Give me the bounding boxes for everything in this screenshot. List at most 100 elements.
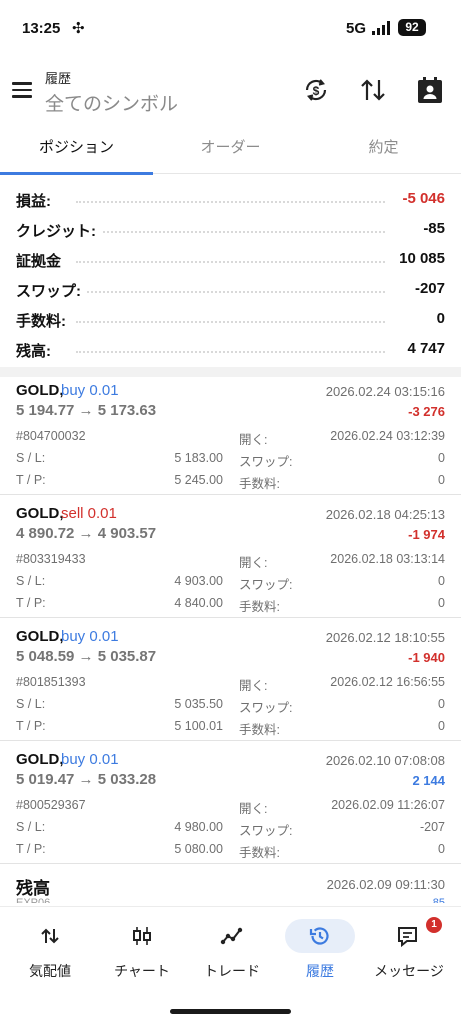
summary-value: 4 747 xyxy=(401,340,445,357)
nav-history[interactable]: 履歴 xyxy=(274,919,366,989)
summary-value: -207 xyxy=(408,280,445,297)
trade-side: buy 0.01 xyxy=(61,628,119,645)
trade-swap: -207 xyxy=(419,820,445,834)
quotes-icon xyxy=(15,919,85,953)
trade-profit: -1 974 xyxy=(408,527,445,542)
summary-value: 0 xyxy=(430,310,445,327)
trade-list[interactable]: GOLD, buy 0.01 5 194.77 → 5 173.63 2026.… xyxy=(0,372,461,904)
swap-label: スワップ: xyxy=(239,578,293,592)
trade-swap: 0 xyxy=(438,574,445,588)
home-indicator xyxy=(170,1009,291,1014)
trade-row[interactable]: GOLD, buy 0.01 5 048.59 → 5 035.87 2026.… xyxy=(0,618,461,741)
trade-ticket: #803319433 xyxy=(16,552,86,566)
tp-label: T / P: xyxy=(16,842,46,856)
trade-symbol: GOLD, xyxy=(16,382,64,399)
nav-label: 気配値 xyxy=(29,963,71,979)
open-label: 開く: xyxy=(239,679,268,693)
svg-text:$: $ xyxy=(313,84,320,98)
trade-swap: 0 xyxy=(438,451,445,465)
summary-row-margin: 証拠金 10 085 xyxy=(16,245,445,275)
commission-label: 手数料: xyxy=(239,477,280,491)
balance-label: 残高 xyxy=(16,879,50,898)
summary-value: -5 046 xyxy=(396,190,445,207)
trade-profit: -1 940 xyxy=(408,650,445,665)
symbol-filter[interactable]: 全てのシンボル xyxy=(45,89,178,116)
swap-label: スワップ: xyxy=(239,701,293,715)
trade-commission: 0 xyxy=(438,596,445,610)
sl-label: S / L: xyxy=(16,574,46,588)
trade-symbol: GOLD, xyxy=(16,751,64,768)
trade-close-time: 2026.02.18 04:25:13 xyxy=(325,507,445,522)
trade-sl: 5 035.50 xyxy=(174,697,223,711)
trade-close-time: 2026.02.24 03:15:16 xyxy=(325,384,445,399)
nav-quotes[interactable]: 気配値 xyxy=(4,919,96,989)
sl-label: S / L: xyxy=(16,697,46,711)
summary-label: 手数料: xyxy=(16,310,72,331)
trade-swap: 0 xyxy=(438,697,445,711)
summary-value: -85 xyxy=(417,220,445,237)
tab-deals[interactable]: 約定 xyxy=(307,128,460,174)
trade-tp: 5 100.01 xyxy=(174,719,223,733)
trade-close-time: 2026.02.10 07:08:08 xyxy=(325,753,445,768)
commission-label: 手数料: xyxy=(239,723,280,737)
trade-ticket: #804700032 xyxy=(16,429,86,443)
trade-profit: -3 276 xyxy=(408,404,445,419)
open-label: 開く: xyxy=(239,802,268,816)
message-count-badge: 1 xyxy=(426,917,442,933)
swap-label: スワップ: xyxy=(239,824,293,838)
summary-row-commission: 手数料: 0 xyxy=(16,305,445,335)
trade-side: buy 0.01 xyxy=(61,751,119,768)
status-bar: 13:25 ✣ 5G 92 xyxy=(0,0,461,58)
balance-comment: EXP06 xyxy=(16,897,51,903)
trade-ticket: #801851393 xyxy=(16,675,86,689)
currency-sync-icon[interactable]: $ xyxy=(300,74,332,106)
trade-prices: 5 194.77 → 5 173.63 xyxy=(16,402,157,419)
trade-row[interactable]: GOLD, sell 0.01 4 890.72 → 4 903.57 2026… xyxy=(0,495,461,618)
summary-label: 残高: xyxy=(16,340,57,361)
trade-prices: 4 890.72 → 4 903.57 xyxy=(16,525,157,542)
battery-icon: 92 xyxy=(398,19,426,36)
tp-label: T / P: xyxy=(16,719,46,733)
nav-messages[interactable]: 1 メッセージ xyxy=(363,917,455,989)
trade-sl: 4 980.00 xyxy=(174,820,223,834)
balance-time: 2026.02.09 09:11:30 xyxy=(326,877,445,892)
network-label: 5G xyxy=(346,20,367,37)
calendar-icon[interactable] xyxy=(414,74,446,106)
app-header: 履歴 全てのシンボル $ xyxy=(0,58,461,128)
balance-value: 85 xyxy=(432,897,445,903)
balance-row[interactable]: 残高 2026.02.09 09:11:30 EXP06 85 xyxy=(0,864,461,904)
summary-row-balance: 残高: 4 747 xyxy=(16,335,445,365)
signal-icon xyxy=(372,21,390,35)
nav-label: メッセージ xyxy=(374,963,444,979)
trade-tp: 5 080.00 xyxy=(174,842,223,856)
chart-icon xyxy=(107,919,177,953)
trade-prices: 5 019.47 → 5 033.28 xyxy=(16,771,157,788)
history-icon xyxy=(285,919,355,953)
tab-positions[interactable]: ポジション xyxy=(0,128,153,175)
trade-commission: 0 xyxy=(438,719,445,733)
fan-icon: ✣ xyxy=(72,20,85,37)
trade-commission: 0 xyxy=(438,473,445,487)
commission-label: 手数料: xyxy=(239,600,280,614)
summary-label: 損益: xyxy=(16,190,57,211)
tab-orders[interactable]: オーダー xyxy=(154,128,307,174)
trade-row[interactable]: GOLD, buy 0.01 5 194.77 → 5 173.63 2026.… xyxy=(0,372,461,495)
trade-row[interactable]: GOLD, buy 0.01 5 019.47 → 5 033.28 2026.… xyxy=(0,741,461,864)
page-title: 履歴 xyxy=(45,71,72,86)
status-time: 13:25 xyxy=(22,20,61,37)
nav-label: トレード xyxy=(204,963,260,979)
nav-label: チャート xyxy=(114,963,170,979)
trade-sl: 4 903.00 xyxy=(174,574,223,588)
sort-icon[interactable] xyxy=(357,74,389,106)
trade-profit: 2 144 xyxy=(412,773,445,788)
trade-tp: 4 840.00 xyxy=(174,596,223,610)
summary-label: 証拠金 xyxy=(16,250,68,271)
trade-icon xyxy=(197,919,267,953)
nav-trade[interactable]: トレード xyxy=(186,919,278,989)
commission-label: 手数料: xyxy=(239,846,280,860)
nav-chart[interactable]: チャート xyxy=(96,919,188,989)
menu-icon[interactable] xyxy=(10,78,36,104)
trade-commission: 0 xyxy=(438,842,445,856)
trade-open-time: 2026.02.18 03:13:14 xyxy=(330,552,445,566)
summary-label: スワップ: xyxy=(16,280,87,301)
